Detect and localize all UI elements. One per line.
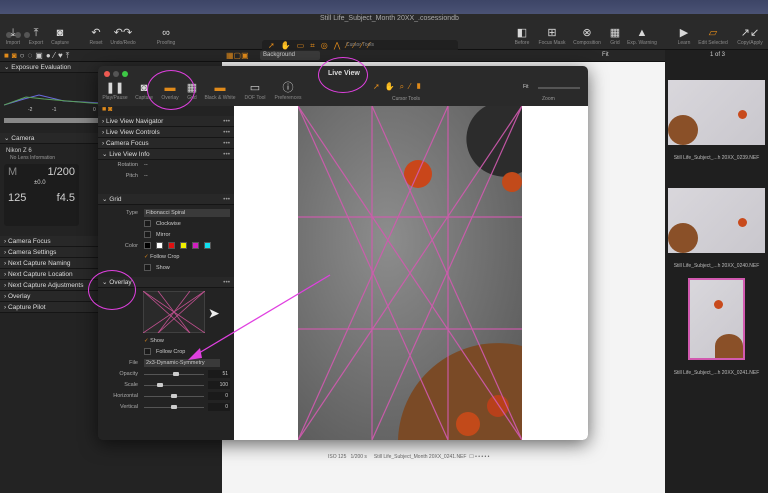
- black-white-button[interactable]: ▬ Black & White: [202, 82, 238, 101]
- window-controls[interactable]: [104, 71, 131, 79]
- desktop-bar: [0, 0, 768, 14]
- color-swatch[interactable]: [144, 242, 151, 250]
- export-button[interactable]: ⤒ Export: [25, 27, 47, 46]
- camera-icon: ◙: [56, 27, 64, 39]
- mirror-checkbox[interactable]: Mirror: [144, 230, 170, 241]
- learn-button[interactable]: ▶ Learn: [674, 27, 694, 46]
- export-icon: ⤒: [33, 27, 39, 39]
- play-pause-button[interactable]: ❚❚ Play/Pause: [100, 82, 130, 101]
- tool-tabs[interactable]: ■◙○◌▣●⁄♥⤒: [0, 50, 222, 62]
- before-button[interactable]: ◧ Before: [512, 27, 532, 46]
- composition-button[interactable]: ⊗ Composition: [570, 27, 604, 46]
- viewer-bar: ▦▢▣ Background Fit: [222, 50, 665, 62]
- camera-model[interactable]: Nikon Z 6: [6, 148, 32, 154]
- color-swatch[interactable]: [192, 242, 199, 250]
- window-title: Still Life_Subject_Month 20XX_.cosession…: [320, 15, 459, 22]
- preferences-button[interactable]: ⓘ Preferences: [272, 82, 304, 101]
- grid-show-checkbox[interactable]: Show: [144, 263, 170, 274]
- dof-tool-button[interactable]: ▭ DOF Tool: [240, 82, 270, 101]
- dof-icon: ▭: [249, 82, 261, 94]
- proofing-button[interactable]: ∞ Proofing: [152, 27, 180, 46]
- lens-info: No Lens Information: [10, 155, 56, 161]
- learn-icon: ▶: [679, 27, 689, 39]
- zoom-slider[interactable]: [538, 87, 580, 89]
- section-camera-focus[interactable]: › Camera Focus •••: [98, 138, 234, 149]
- composition-icon: ⊗: [582, 27, 592, 39]
- vertical-slider[interactable]: [144, 405, 204, 409]
- reset-icon: ↶: [91, 27, 101, 39]
- annotation-circle-overlay-button: [147, 70, 195, 110]
- copy-apply-icon: ↗↙: [740, 27, 760, 39]
- clockwise-checkbox[interactable]: Clockwise: [144, 219, 181, 230]
- lv-cursor-tools-label: Cursor Tools: [392, 96, 420, 102]
- warning-icon: ▲: [636, 27, 648, 39]
- thumbnail-name: Still Life_Subject_...h 20XX_0241.NEF: [673, 370, 760, 376]
- grid-type-select[interactable]: Fibonacci Spiral: [144, 209, 230, 217]
- horizontal-slider[interactable]: [144, 394, 204, 398]
- annotation-circle-title: [318, 57, 368, 93]
- section-live-view-controls[interactable]: › Live View Controls •••: [98, 127, 234, 138]
- thumbnail-selected[interactable]: [688, 278, 745, 360]
- fit-label[interactable]: Fit: [602, 52, 609, 58]
- import-button[interactable]: ⤓ Import: [2, 27, 24, 46]
- camera-readout: M 1/200 ±0.0 125 f4.5: [4, 164, 79, 226]
- color-swatch[interactable]: [204, 242, 211, 250]
- zoom-label: Zoom: [542, 96, 555, 102]
- thumbnail[interactable]: [668, 188, 765, 253]
- edit-selected-icon: ▱: [708, 27, 718, 39]
- lv-fit[interactable]: Fit: [523, 84, 529, 90]
- undo-redo-button[interactable]: ↶↷ Undo/Redo: [108, 27, 138, 46]
- copy-apply-button[interactable]: ↗↙ Copy/Apply: [734, 27, 766, 46]
- edit-selected-button[interactable]: ▱ Edit Selected: [696, 27, 730, 46]
- lv-cursor-tools[interactable]: ➚✋⌕⁄▮: [373, 82, 427, 92]
- overlay-show-checkbox[interactable]: ✓ Show: [144, 336, 164, 347]
- annotation-arrow: [188, 274, 331, 360]
- reset-button[interactable]: ↶ Reset: [86, 27, 106, 46]
- focus-mask-button[interactable]: ⊞ Focus Mask: [536, 27, 568, 46]
- cursor-tools-label: Cursor Tools: [346, 42, 374, 48]
- rgb-icon: ▬: [214, 82, 226, 94]
- status-line: ISO 125 1/200 s Still Life_Subject_Month…: [328, 454, 490, 460]
- scale-slider[interactable]: [144, 383, 204, 387]
- color-swatch[interactable]: [180, 242, 187, 250]
- opacity-slider[interactable]: [144, 372, 204, 376]
- info-icon: ⓘ: [282, 82, 294, 94]
- before-icon: ◧: [516, 27, 528, 39]
- capture-button[interactable]: ◙ Capture: [48, 27, 72, 46]
- mouse-cursor-icon: ➤: [208, 305, 220, 321]
- glasses-icon: ∞: [162, 27, 170, 39]
- background-select[interactable]: Background: [260, 51, 320, 60]
- follow-crop-checkbox[interactable]: ✓ Follow Crop: [144, 252, 179, 263]
- view-mode-icons[interactable]: ▦▢▣: [226, 51, 249, 60]
- pause-icon: ❚❚: [105, 82, 125, 94]
- thumbnail-name: Still Life_Subject_...h 20XX_0239.NEF: [673, 155, 760, 161]
- grid-icon: ▦: [609, 27, 621, 39]
- grid-button[interactable]: ▦ Grid: [606, 27, 624, 46]
- color-swatch[interactable]: [168, 242, 175, 250]
- section-live-view-info[interactable]: ⌄ Live View Info •••: [98, 149, 234, 160]
- color-swatch[interactable]: [156, 242, 163, 250]
- image-counter: 1 of 3: [710, 52, 726, 58]
- exp-warning-button[interactable]: ▲ Exp. Warning: [626, 27, 658, 46]
- section-grid[interactable]: ⌄ Grid •••: [98, 194, 234, 205]
- thumbnail-name: Still Life_Subject_...h 20XX_0240.NEF: [673, 263, 760, 269]
- undo-icon: ↶↷: [113, 27, 133, 39]
- annotation-circle-overlay-section: [88, 270, 136, 310]
- filmstrip: 1 of 3 Still Life_Subject_...h 20XX_0239…: [665, 50, 768, 493]
- thumbnail[interactable]: [668, 80, 765, 145]
- import-icon: ⤓: [10, 27, 16, 39]
- focus-mask-icon: ⊞: [547, 27, 557, 39]
- section-live-view-navigator[interactable]: › Live View Navigator •••: [98, 116, 234, 127]
- grid-color-swatches[interactable]: [144, 241, 216, 252]
- live-view-window: Live View ❚❚ Play/Pause ◙ Capture ▬ Overlay…: [98, 66, 588, 440]
